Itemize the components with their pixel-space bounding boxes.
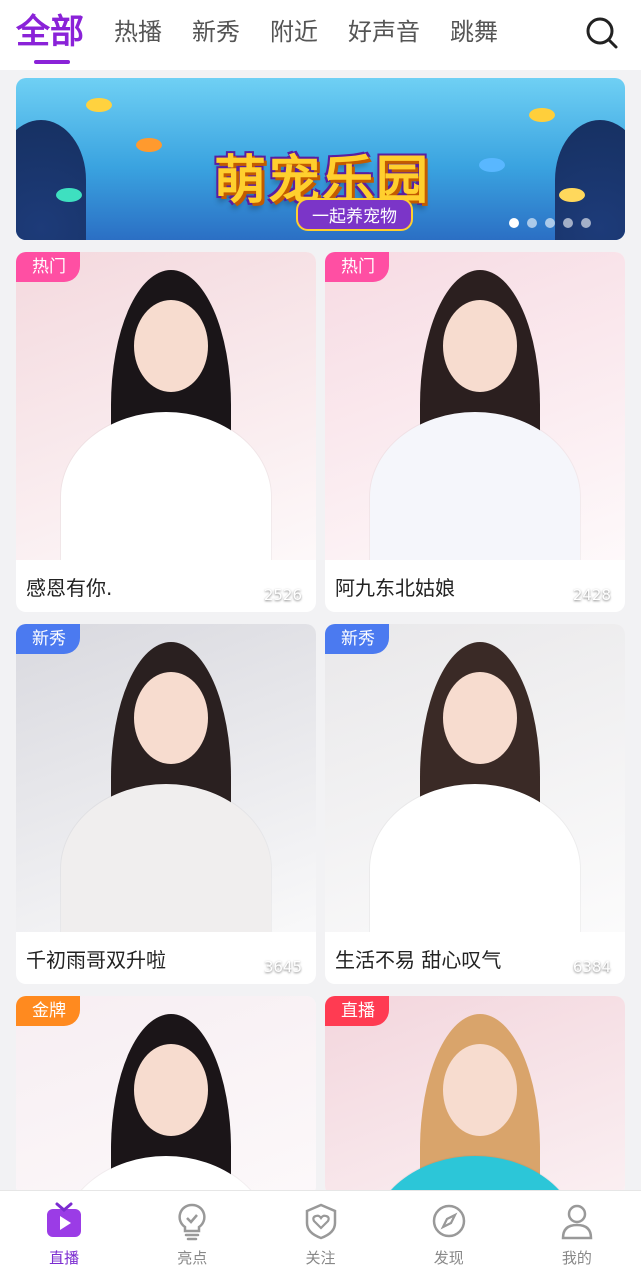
banner-dot[interactable]	[545, 218, 555, 228]
room-cover-image	[16, 996, 316, 1196]
viewers-icon	[238, 587, 260, 604]
nav-mine[interactable]: 我的	[513, 1191, 641, 1282]
viewer-count: 2526	[238, 586, 302, 604]
room-tag-badge: 热门	[325, 252, 389, 282]
lightbulb-icon	[178, 1203, 206, 1241]
nav-discover-label: 发现	[433, 1249, 464, 1267]
category-tabs: 全部 热播 新秀 附近 好声音 跳舞	[16, 8, 528, 64]
live-room-card[interactable]: 热门 2526 感恩有你.	[16, 252, 316, 612]
banner-dot[interactable]	[509, 218, 519, 228]
viewer-count-value: 2526	[263, 586, 302, 604]
nav-mine-label: 我的	[561, 1249, 592, 1267]
bottom-navigation: 直播 亮点 关注 发现 我的	[0, 1190, 641, 1282]
viewers-icon	[547, 959, 569, 976]
live-room-card[interactable]: 热门 2428 阿九东北姑娘	[325, 252, 625, 612]
tab-all[interactable]: 全部	[16, 8, 84, 64]
viewer-count-value: 3645	[263, 958, 302, 976]
live-room-card[interactable]: 新秀 6384 生活不易 甜心叹气	[325, 624, 625, 984]
live-room-card[interactable]: 直播	[325, 996, 625, 1196]
room-title: 阿九东北姑娘	[335, 576, 455, 600]
tab-hot[interactable]: 热播	[114, 8, 162, 56]
nav-follow[interactable]: 关注	[256, 1191, 384, 1282]
tab-good-voice[interactable]: 好声音	[348, 8, 420, 56]
viewer-count: 2428	[547, 586, 611, 604]
live-tv-icon	[47, 1202, 82, 1237]
room-tag-badge: 直播	[325, 996, 389, 1026]
room-cover-image	[16, 252, 316, 560]
room-cover-image	[325, 252, 625, 560]
live-room-card[interactable]: 新秀 3645 千初雨哥双升啦	[16, 624, 316, 984]
nav-highlights[interactable]: 亮点	[128, 1191, 256, 1282]
room-cover-image	[325, 996, 625, 1196]
viewers-icon	[238, 959, 260, 976]
banner-dot[interactable]	[581, 218, 591, 228]
room-tag-badge: 新秀	[325, 624, 389, 654]
nav-live-label: 直播	[49, 1249, 80, 1267]
room-title: 生活不易 甜心叹气	[335, 948, 502, 972]
room-title: 千初雨哥双升啦	[26, 948, 166, 972]
viewer-count: 6384	[547, 958, 611, 976]
viewer-count: 3645	[238, 958, 302, 976]
nav-discover[interactable]: 发现	[385, 1191, 513, 1282]
viewer-count-value: 6384	[572, 958, 611, 976]
nav-follow-label: 关注	[305, 1249, 336, 1267]
live-room-card[interactable]: 金牌	[16, 996, 316, 1196]
nav-highlights-label: 亮点	[177, 1249, 208, 1267]
promo-banner[interactable]: 萌宠乐园 一起养宠物	[16, 78, 625, 240]
tab-new[interactable]: 新秀	[192, 8, 240, 56]
room-tag-badge: 热门	[16, 252, 80, 282]
viewers-icon	[547, 587, 569, 604]
banner-pagination	[509, 218, 591, 228]
tab-nearby[interactable]: 附近	[270, 8, 318, 56]
room-tag-badge: 新秀	[16, 624, 80, 654]
banner-subtitle: 一起养宠物	[296, 198, 413, 231]
user-icon	[561, 1204, 593, 1240]
room-title: 感恩有你.	[26, 576, 113, 600]
banner-dot[interactable]	[527, 218, 537, 228]
room-cover-image	[325, 624, 625, 932]
heart-shield-icon	[305, 1203, 336, 1240]
search-icon[interactable]	[585, 16, 619, 50]
room-tag-badge: 金牌	[16, 996, 80, 1026]
banner-title-art: 萌宠乐园 一起养宠物	[206, 138, 466, 231]
room-cover-image	[16, 624, 316, 932]
tab-dance[interactable]: 跳舞	[450, 8, 498, 56]
compass-icon	[432, 1204, 465, 1238]
nav-live[interactable]: 直播	[0, 1191, 128, 1282]
viewer-count-value: 2428	[572, 586, 611, 604]
top-tab-bar: 全部 热播 新秀 附近 好声音 跳舞	[0, 0, 641, 70]
banner-dot[interactable]	[563, 218, 573, 228]
